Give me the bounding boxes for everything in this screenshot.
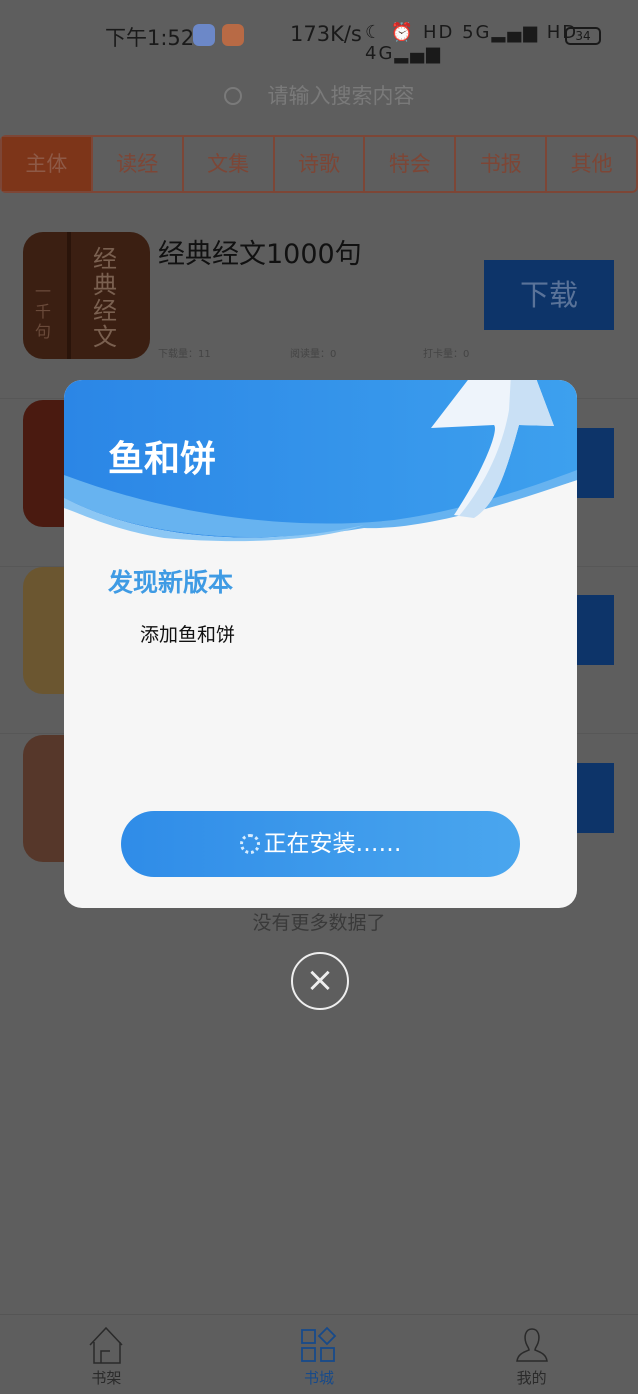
download-button[interactable]: 下载 xyxy=(484,260,614,330)
nav-bookstore[interactable]: 书城 xyxy=(213,1315,426,1394)
tab-conference[interactable]: 特会 xyxy=(363,137,454,191)
release-note: 添加鱼和饼 xyxy=(140,624,236,646)
status-bar: 下午1:52 173K/s ☾ ⏰ HD 5G▂▄▆ HD 4G▂▄▆ 34 xyxy=(0,22,638,64)
grid-icon xyxy=(301,1326,337,1362)
tab-other[interactable]: 其他 xyxy=(545,137,636,191)
tab-collection[interactable]: 文集 xyxy=(181,137,273,191)
checkin-count: 打卡量：0 xyxy=(423,349,470,360)
search-input[interactable]: 请输入搜索内容 xyxy=(0,80,638,116)
category-tabs: 主体 读经 文集 诗歌 特会 书报 其他 xyxy=(0,135,638,193)
app-notification-icon xyxy=(193,24,215,46)
download-count: 下载量：11 xyxy=(158,349,211,360)
battery-icon: 34 xyxy=(565,27,601,45)
book-title: 经典经文1000句 xyxy=(158,239,362,270)
tab-main[interactable]: 主体 xyxy=(2,137,91,191)
nav-bookshelf[interactable]: 书架 xyxy=(0,1315,213,1394)
tab-read[interactable]: 读经 xyxy=(90,137,182,191)
home-icon xyxy=(89,1326,123,1364)
installing-button[interactable]: 正在安装…… xyxy=(121,811,520,877)
no-more-data: 没有更多数据了 xyxy=(252,912,386,934)
app-name: 鱼和饼 xyxy=(108,439,217,480)
book-cover: 一千句 经典经文 xyxy=(23,232,150,359)
close-button[interactable]: × xyxy=(291,952,349,1010)
person-icon xyxy=(515,1328,548,1362)
app-notification-icon xyxy=(222,24,244,46)
status-time: 下午1:52 xyxy=(105,26,195,50)
tab-poems[interactable]: 诗歌 xyxy=(272,137,364,191)
close-icon: × xyxy=(305,960,335,1000)
nav-profile[interactable]: 我的 xyxy=(425,1315,638,1394)
list-item[interactable]: 一千句 经典经文 经典经文1000句 下载 下载量：11 阅读量：0 打卡量：0 xyxy=(0,232,638,399)
update-dialog: 鱼和饼 发现新版本 添加鱼和饼 正在安装…… xyxy=(64,380,577,908)
bottom-nav: 书架 书城 我的 xyxy=(0,1314,638,1394)
tab-publications[interactable]: 书报 xyxy=(454,137,545,191)
dialog-heading: 发现新版本 xyxy=(108,568,234,597)
read-count: 阅读量：0 xyxy=(290,349,337,360)
search-icon xyxy=(223,87,242,105)
search-placeholder: 请输入搜索内容 xyxy=(267,84,415,108)
loading-spinner-icon xyxy=(239,834,260,854)
network-speed: 173K/s xyxy=(290,22,362,46)
